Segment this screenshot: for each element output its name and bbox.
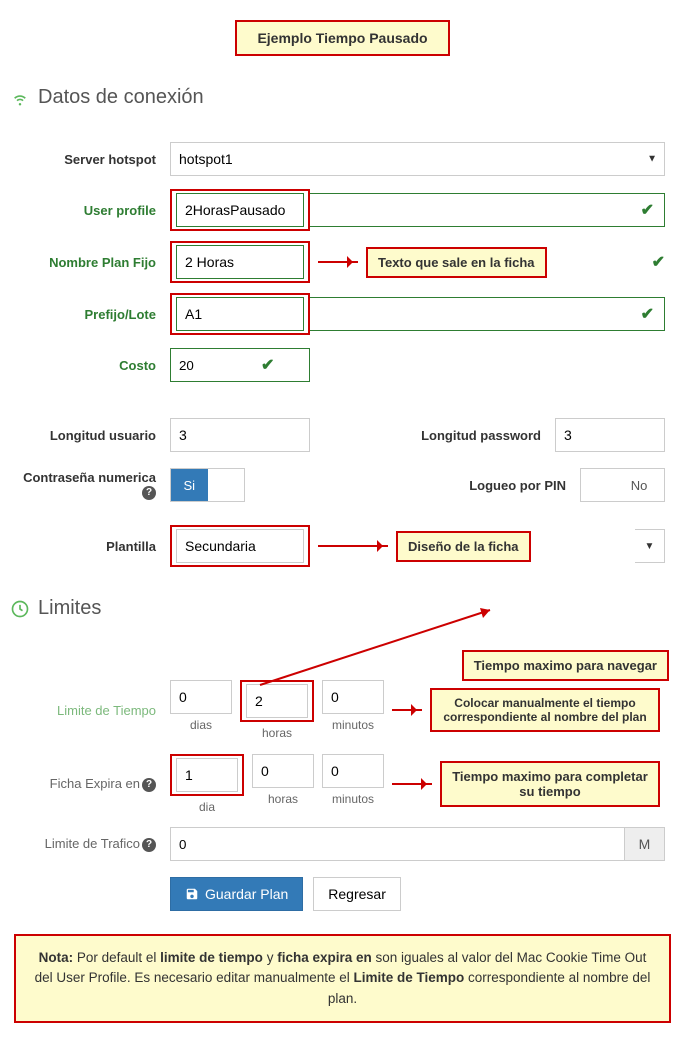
label-long-pass: Longitud password — [310, 428, 555, 443]
highlight-nombre-plan — [170, 241, 310, 283]
check-icon: ✔ — [261, 355, 274, 375]
check-icon: ✔ — [641, 200, 654, 220]
unit-label: minutos — [332, 792, 374, 806]
arrow-icon — [318, 261, 358, 263]
label-costo: Costo — [10, 358, 170, 373]
check-icon: ✔ — [641, 304, 654, 324]
server-hotspot-select[interactable]: hotspot1 — [170, 142, 665, 176]
logueo-pin-toggle[interactable]: No — [580, 468, 665, 502]
highlight-plantilla: Secundaria — [170, 525, 310, 567]
title-callout: Ejemplo Tiempo Pausado — [235, 20, 449, 56]
trafico-unit: M — [625, 827, 665, 861]
arrow-icon — [260, 605, 500, 695]
label-logueo-pin: Logueo por PIN — [245, 478, 580, 493]
label-prefijo: Prefijo/Lote — [10, 307, 170, 322]
note-box: Nota: Por default el limite de tiempo y … — [14, 934, 671, 1023]
label-contrasena-num: Contraseña numerica? — [10, 470, 170, 501]
help-icon[interactable]: ? — [142, 486, 156, 500]
expira-horas-input[interactable] — [252, 754, 314, 788]
label-nombre-plan: Nombre Plan Fijo — [10, 255, 170, 270]
label-user-profile: User profile — [10, 203, 170, 218]
chevron-down-icon: ▼ — [645, 541, 655, 552]
label-plantilla: Plantilla — [10, 539, 170, 554]
check-icon: ✔ — [652, 254, 665, 271]
limite-dias-input[interactable] — [170, 680, 232, 714]
section-title: Datos de conexión — [38, 86, 204, 109]
label-limite-trafico: Limite de Trafico? — [10, 836, 170, 852]
long-pass-input[interactable] — [555, 418, 665, 452]
help-icon[interactable]: ? — [142, 778, 156, 792]
callout-texto-ficha: Texto que sale en la ficha — [366, 247, 547, 278]
unit-label: minutos — [332, 718, 374, 732]
callout-completar: Tiempo maximo para completar su tiempo — [440, 761, 660, 807]
highlight-expira-dia — [170, 754, 244, 796]
arrow-icon — [392, 783, 432, 785]
wifi-icon — [10, 88, 30, 108]
expira-dia-input[interactable] — [176, 758, 238, 792]
contrasena-toggle[interactable]: Si — [170, 468, 245, 502]
arrow-icon — [318, 545, 388, 547]
label-limite-tiempo: Limite de Tiempo — [10, 703, 170, 718]
costo-input[interactable] — [171, 349, 261, 381]
highlight-prefijo — [170, 293, 310, 335]
unit-label: dia — [199, 800, 215, 814]
save-icon — [185, 887, 199, 901]
unit-label: horas — [262, 726, 292, 740]
nombre-plan-input[interactable] — [176, 245, 304, 279]
unit-label: dias — [190, 718, 212, 732]
long-usuario-input[interactable] — [170, 418, 310, 452]
help-icon[interactable]: ? — [142, 838, 156, 852]
limite-trafico-input[interactable] — [170, 827, 625, 861]
prefijo-input[interactable] — [176, 297, 304, 331]
section-header-conexion: Datos de conexión — [10, 86, 675, 109]
highlight-user-profile — [170, 189, 310, 231]
label-server-hotspot: Server hotspot — [10, 152, 170, 167]
arrow-icon — [392, 709, 422, 711]
expira-minutos-input[interactable] — [322, 754, 384, 788]
clock-icon — [10, 599, 30, 619]
section-title: Limites — [38, 597, 101, 620]
user-profile-input[interactable] — [176, 193, 304, 227]
label-long-usuario: Longitud usuario — [10, 428, 170, 443]
regresar-button[interactable]: Regresar — [313, 877, 401, 911]
callout-diseno: Diseño de la ficha — [396, 531, 531, 562]
unit-label: horas — [268, 792, 298, 806]
label-ficha-expira: Ficha Expira en? — [10, 776, 170, 792]
guardar-button[interactable]: Guardar Plan — [170, 877, 303, 911]
plantilla-select[interactable]: Secundaria — [176, 529, 304, 563]
